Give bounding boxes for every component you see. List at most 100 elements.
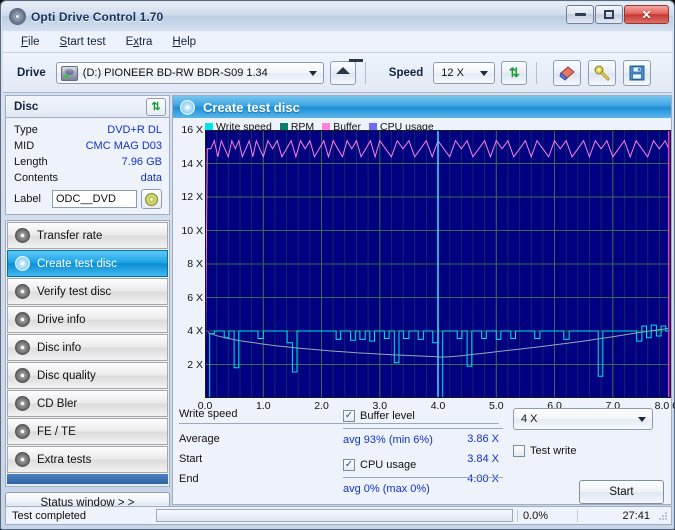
toolbar: Drive (D:) PIONEER BD-RW BDR-S09 1.34 Sp…	[3, 53, 672, 93]
eject-icon	[335, 59, 363, 74]
test-controls: 4 X Test write Start	[513, 408, 668, 504]
save-button[interactable]	[623, 59, 652, 86]
cd-icon	[145, 192, 158, 206]
test-write-checkbox[interactable]: Test write	[513, 443, 668, 459]
refresh-icon: ⇅	[508, 65, 520, 80]
disc-row-length-value: 7.96 GB	[121, 156, 162, 168]
chart-area: 2 X4 X6 X8 X 10 X 12 X 14 X 16 X 0.0 1.0 2.0 3.…	[173, 118, 675, 412]
disc-row-type-key: Type	[14, 124, 38, 136]
stat-key: Average	[179, 433, 220, 445]
content-header: Create test disc	[173, 96, 671, 118]
sidebar-item-disc-info[interactable]: Disc info	[7, 334, 168, 361]
menu-item-file[interactable]: File	[11, 34, 50, 50]
disc-row-mid-value: CMC MAG D03	[85, 140, 162, 152]
disc-label-key: Label	[14, 193, 41, 205]
sidebar-item-label: FE / TE	[37, 425, 76, 438]
menu-item-extra[interactable]: Extra	[116, 34, 163, 50]
check-icon: ✓	[344, 459, 354, 470]
disc-create-icon	[15, 256, 30, 271]
progress-bar	[156, 509, 513, 522]
drive-select[interactable]: (D:) PIONEER BD-RW BDR-S09 1.34	[55, 61, 324, 84]
sidebar-item-label: Disc quality	[37, 369, 96, 382]
disc-panel-header: Disc ⇅	[5, 95, 170, 117]
close-button[interactable]: ✕	[624, 5, 669, 24]
sidebar-item-fe-te[interactable]: FE / TE	[7, 418, 168, 445]
refresh-button[interactable]: ⇅	[501, 60, 528, 85]
menu-item-file-label: ile	[28, 35, 40, 48]
disc-row-contents-key: Contents	[14, 172, 59, 184]
app-window: Opti Drive Control 1.70 ✕ File Start tes…	[0, 0, 675, 530]
buffer-level-checkbox[interactable]: ✓ Buffer level	[343, 408, 503, 424]
maximize-button[interactable]	[595, 5, 623, 24]
write-speed-select[interactable]: 4 X	[513, 408, 653, 430]
left-panel: Disc ⇅ Type DVD+R DL MID CMC MAG D03 Len…	[5, 95, 170, 514]
divider	[343, 477, 503, 478]
progress-percent: 0.0%	[517, 509, 577, 522]
menu-item-start-test-label: tart test	[67, 35, 106, 48]
sidebar-item-cd-bler[interactable]: CD Bler	[7, 390, 168, 417]
buffer-level-value: avg 93% (min 6%)	[343, 434, 433, 446]
sidebar-item-label: Drive info	[37, 313, 86, 326]
drive-label: Drive	[17, 66, 46, 79]
disc-row-length: Length 7.96 GB	[14, 154, 162, 170]
chevron-down-icon	[638, 417, 646, 422]
save-icon	[629, 65, 645, 80]
test-write-label: Test write	[530, 445, 577, 457]
disc-info-icon	[15, 340, 30, 355]
checkbox-box	[513, 445, 525, 457]
drive-icon	[60, 65, 78, 81]
y-tick-label: 10 X	[181, 224, 203, 237]
fe-te-icon	[15, 424, 30, 439]
toolbar-divider-2	[536, 61, 538, 84]
disc-row-contents-value: data	[140, 172, 162, 184]
sidebar-item-extra-tests[interactable]: Extra tests	[7, 446, 168, 473]
disc-label-value: ODC__DVD	[56, 193, 116, 205]
erase-button[interactable]	[553, 59, 582, 86]
sidebar-item-verify-test-disc[interactable]: Verify test disc	[7, 278, 168, 305]
menu-item-help-label: elp	[180, 35, 197, 48]
content-panel: Create test disc Write speed RPM Buffer …	[172, 95, 675, 505]
sidebar-item-create-test-disc[interactable]: Create test disc	[7, 250, 168, 277]
speed-label: Speed	[388, 66, 424, 79]
nav-list-footer	[7, 474, 168, 484]
window-title: Opti Drive Control 1.70	[31, 9, 164, 24]
refresh-icon: ⇅	[151, 101, 161, 113]
speed-select[interactable]: 12 X	[433, 61, 496, 84]
maximize-icon	[604, 10, 614, 19]
chart-y-axis: 2 X 4 X 6 X 8 X 10 X 12 X 14 X 16 X	[173, 118, 205, 408]
drive-select-value: (D:) PIONEER BD-RW BDR-S09 1.34	[82, 66, 268, 79]
disc-label-input[interactable]: ODC__DVD	[52, 190, 137, 208]
disc-refresh-button[interactable]: ⇅	[146, 97, 166, 116]
disc-select-button[interactable]	[141, 189, 162, 209]
write-speed-select-value: 4 X	[521, 413, 538, 425]
y-tick-label: 8 X	[187, 258, 203, 270]
resize-grip-icon[interactable]	[658, 510, 668, 521]
minimize-button[interactable]	[566, 5, 594, 24]
tools-button[interactable]	[588, 59, 617, 86]
sidebar-item-transfer-rate[interactable]: Transfer rate	[7, 222, 168, 249]
title-bar: Opti Drive Control 1.70 ✕	[2, 2, 673, 31]
disc-quality-icon	[15, 368, 30, 383]
start-button[interactable]: Start	[579, 480, 664, 504]
disc-row-length-key: Length	[14, 156, 48, 168]
menu-item-help[interactable]: Help	[162, 34, 206, 50]
checkbox-box: ✓	[343, 459, 355, 471]
eject-button[interactable]	[329, 59, 363, 85]
menu-item-start-test[interactable]: Start test	[50, 34, 116, 50]
start-button-label: Start	[609, 486, 634, 498]
buffer-level-label: Buffer level	[360, 410, 415, 422]
disc-row-type-value: DVD+R DL	[107, 124, 162, 136]
y-tick-label: 6 X	[187, 291, 203, 304]
sidebar-item-disc-quality[interactable]: Disc quality	[7, 362, 168, 389]
cpu-usage-checkbox[interactable]: ✓ CPU usage	[343, 457, 503, 473]
sidebar-item-label: Transfer rate	[37, 229, 103, 242]
extra-tests-icon	[15, 452, 30, 467]
eraser-icon	[559, 65, 576, 81]
checkbox-box: ✓	[343, 410, 355, 422]
disc-panel-title: Disc	[14, 100, 39, 113]
tools-icon	[594, 65, 610, 80]
disc-label-row: Label ODC__DVD	[14, 189, 162, 209]
write-speed-chart	[205, 130, 671, 398]
disc-create-icon	[180, 99, 195, 115]
sidebar-item-drive-info[interactable]: Drive info	[7, 306, 168, 333]
